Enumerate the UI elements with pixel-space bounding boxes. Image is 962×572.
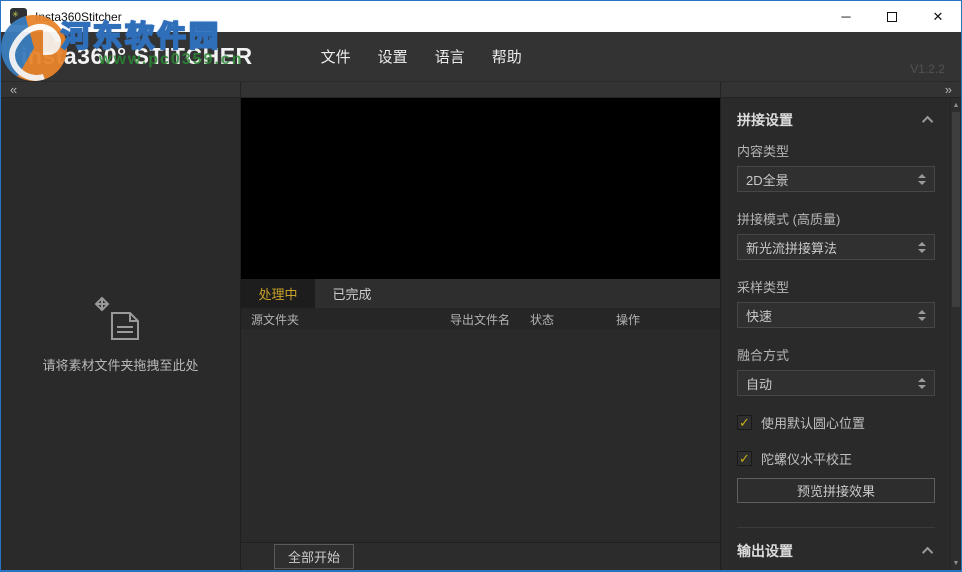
drop-hint-text: 请将素材文件夹拖拽至此处: [42, 355, 198, 374]
blend-mode-select[interactable]: 自动: [737, 370, 935, 396]
app-logo: insta360° STITCHER: [21, 43, 253, 70]
drop-zone[interactable]: 请将素材文件夹拖拽至此处: [42, 295, 198, 374]
output-settings-header[interactable]: 输出设置: [737, 541, 935, 561]
stitch-mode-value: 新光流拼接算法: [746, 238, 837, 257]
default-circle-checkbox[interactable]: ✓: [737, 415, 752, 430]
collapse-left-button[interactable]: «: [1, 83, 26, 96]
left-strip: «: [1, 82, 241, 97]
column-operation: 操作: [616, 311, 720, 328]
column-status: 状态: [530, 311, 616, 328]
scroll-up-button[interactable]: ▲: [951, 99, 961, 111]
header: insta360° STITCHER 文件 设置 语言 帮助 V1.2.2: [1, 32, 961, 81]
blend-mode-value: 自动: [746, 374, 772, 393]
stitch-mode-select[interactable]: 新光流拼接算法: [737, 234, 935, 260]
titlebar: ✳ Insta360Stitcher ─ ✕: [1, 1, 961, 32]
maximize-icon: [887, 12, 897, 22]
window-controls: ─ ✕: [823, 1, 961, 32]
dropdown-spinner-icon: [918, 242, 926, 253]
gyro-correction-checkbox-row[interactable]: ✓ 陀螺仪水平校正: [737, 449, 935, 468]
close-icon: ✕: [933, 9, 944, 25]
sampling-type-value: 快速: [746, 306, 772, 325]
settings-content: 拼接设置 内容类型 2D全景 拼接模式 (高质量) 新光流拼接算法 采样类型 快…: [737, 110, 935, 570]
app-icon: ✳: [10, 8, 27, 25]
minimize-icon: ─: [841, 9, 850, 24]
scroll-down-button[interactable]: ▼: [951, 557, 961, 569]
menu-bar: 文件 设置 语言 帮助: [319, 42, 524, 71]
stitch-settings-header[interactable]: 拼接设置: [737, 110, 935, 130]
sampling-type-label: 采样类型: [737, 277, 935, 296]
main-area: 请将素材文件夹拖拽至此处 处理中 已完成 源文件夹 导出文件名 状态 操作 全部…: [1, 98, 961, 570]
dropdown-spinner-icon: [918, 310, 926, 321]
content-type-select[interactable]: 2D全景: [737, 166, 935, 192]
settings-scrollbar[interactable]: ▲ ▼: [950, 98, 961, 570]
chevron-double-right-icon: »: [945, 82, 952, 97]
drop-document-icon: [94, 295, 146, 345]
gyro-correction-checkbox[interactable]: ✓: [737, 451, 752, 466]
minimize-button[interactable]: ─: [823, 1, 869, 32]
chevron-double-left-icon: «: [10, 82, 17, 97]
start-all-button[interactable]: 全部开始: [274, 544, 354, 569]
app-icon-glyph: ✳: [10, 8, 19, 19]
chevron-up-icon: [922, 547, 933, 558]
chevron-up-icon: [922, 116, 933, 127]
scroll-thumb[interactable]: [952, 112, 960, 307]
app-window: 河东软件园 www.pc0359.cn ✳ Insta360Stitcher ─…: [0, 0, 962, 572]
sampling-type-select[interactable]: 快速: [737, 302, 935, 328]
stitch-mode-label: 拼接模式 (高质量): [737, 209, 935, 228]
menu-item-language[interactable]: 语言: [433, 42, 467, 71]
close-button[interactable]: ✕: [915, 1, 961, 32]
queue-table-header: 源文件夹 导出文件名 状态 操作: [241, 309, 720, 329]
tab-completed[interactable]: 已完成: [315, 279, 389, 308]
video-preview: [241, 98, 720, 279]
settings-panel: 拼接设置 内容类型 2D全景 拼接模式 (高质量) 新光流拼接算法 采样类型 快…: [721, 98, 961, 570]
window-title: Insta360Stitcher: [35, 10, 122, 24]
maximize-button[interactable]: [869, 1, 915, 32]
collapse-strip: « »: [1, 81, 961, 98]
gyro-correction-label: 陀螺仪水平校正: [761, 449, 852, 468]
queue-panel: 处理中 已完成 源文件夹 导出文件名 状态 操作 全部开始: [241, 98, 721, 570]
menu-item-settings[interactable]: 设置: [376, 42, 410, 71]
queue-tabbar: 处理中 已完成: [241, 279, 720, 309]
column-export-name: 导出文件名: [450, 311, 530, 328]
blend-mode-label: 融合方式: [737, 345, 935, 364]
menu-item-help[interactable]: 帮助: [490, 42, 524, 71]
preview-stitch-button[interactable]: 预览拼接效果: [737, 478, 935, 503]
tab-processing[interactable]: 处理中: [241, 279, 315, 308]
bottom-bar: 全部开始: [241, 542, 720, 570]
collapse-right-button[interactable]: »: [936, 83, 961, 96]
content-type-value: 2D全景: [746, 170, 789, 189]
source-panel: 请将素材文件夹拖拽至此处: [1, 98, 241, 570]
menu-item-file[interactable]: 文件: [319, 42, 353, 71]
stitch-settings-title: 拼接设置: [737, 110, 793, 130]
check-icon: ✓: [739, 416, 750, 429]
version-label: V1.2.2: [910, 62, 945, 76]
default-circle-label: 使用默认圆心位置: [761, 413, 865, 432]
default-circle-checkbox-row[interactable]: ✓ 使用默认圆心位置: [737, 413, 935, 432]
column-source-folder: 源文件夹: [241, 311, 450, 328]
dropdown-spinner-icon: [918, 174, 926, 185]
queue-table-body: [241, 329, 720, 542]
center-strip: [241, 82, 721, 97]
output-settings-title: 输出设置: [737, 541, 793, 561]
dropdown-spinner-icon: [918, 378, 926, 389]
content-type-label: 内容类型: [737, 141, 935, 160]
right-strip: »: [721, 82, 961, 97]
check-icon: ✓: [739, 452, 750, 465]
output-settings-section: 输出设置 分辨率 自定义: [737, 527, 935, 570]
